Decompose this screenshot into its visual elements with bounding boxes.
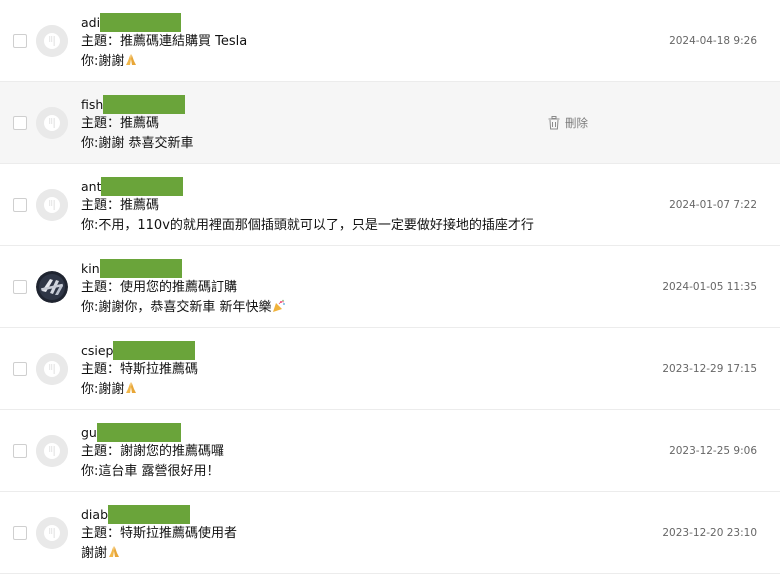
sender-name[interactable]: fish [81, 95, 103, 113]
preview-text: 你:謝謝 恭喜交新車 [81, 136, 194, 151]
message-subject[interactable]: 主題：推薦碼連結購買 Tesla [81, 33, 247, 51]
default-avatar-icon [36, 353, 68, 385]
select-checkbox[interactable] [13, 198, 27, 212]
redaction-bar [99, 259, 182, 278]
message-preview[interactable]: 你:謝謝 恭喜交新車 [81, 135, 194, 153]
folded-hands-icon [124, 381, 138, 401]
sender[interactable]: csiep [81, 341, 196, 363]
message-date: 2023-12-25 9:06 [669, 445, 757, 457]
avatar[interactable] [36, 435, 68, 467]
message-row[interactable]: adi 主題：推薦碼連結購買 Tesla 你:謝謝 2024-04-18 9:2… [0, 0, 780, 82]
preview-text: 謝謝 [81, 546, 108, 561]
message-subject[interactable]: 主題：特斯拉推薦碼 [81, 361, 198, 379]
sender[interactable]: fish [81, 95, 186, 117]
redaction-bar [100, 13, 182, 32]
message-row[interactable]: diab 主題：特斯拉推薦碼使用者 謝謝 2023-12-20 23:10 [0, 492, 780, 574]
delete-button[interactable]: 刪除 [548, 115, 588, 131]
select-checkbox[interactable] [13, 362, 27, 376]
message-date: 2024-01-07 7:22 [669, 199, 757, 211]
message-subject[interactable]: 主題：推薦碼 [81, 115, 159, 133]
message-preview[interactable]: 謝謝 [81, 545, 121, 565]
default-avatar-icon [36, 435, 68, 467]
sender[interactable]: gu [81, 423, 181, 445]
message-preview[interactable]: 你:謝謝你，恭喜交新車 新年快樂 [81, 299, 286, 319]
preview-text: 你:謝謝 [81, 382, 125, 397]
trash-icon [548, 116, 560, 130]
message-list: adi 主題：推薦碼連結購買 Tesla 你:謝謝 2024-04-18 9:2… [0, 0, 780, 574]
sender-name[interactable]: csiep [81, 341, 113, 359]
sender-name[interactable]: ant [81, 177, 101, 195]
message-row[interactable]: fish 主題：推薦碼 你:謝謝 恭喜交新車 刪除 [0, 82, 780, 164]
message-row[interactable]: csiep 主題：特斯拉推薦碼 你:謝謝 2023-12-29 17:15 [0, 328, 780, 410]
message-subject[interactable]: 主題：特斯拉推薦碼使用者 [81, 525, 237, 543]
message-subject[interactable]: 主題：推薦碼 [81, 197, 159, 215]
sender[interactable]: ant [81, 177, 184, 199]
avatar[interactable] [36, 517, 68, 549]
profile-photo-icon [36, 271, 68, 303]
sender-name[interactable]: kin [81, 259, 100, 277]
redaction-bar [103, 95, 186, 114]
message-date: 2023-12-29 17:15 [662, 363, 757, 375]
sender-name[interactable]: gu [81, 423, 97, 441]
redaction-bar [101, 177, 184, 196]
default-avatar-icon [36, 517, 68, 549]
select-checkbox[interactable] [13, 280, 27, 294]
default-avatar-icon [36, 189, 68, 221]
preview-text: 你:這台車 露營很好用！ [81, 464, 220, 479]
message-row[interactable]: ant 主題：推薦碼 你:不用，110v的就用裡面那個插頭就可以了，只是一定要做… [0, 164, 780, 246]
message-preview[interactable]: 你:謝謝 [81, 381, 138, 401]
message-date: 2024-04-18 9:26 [669, 35, 757, 47]
avatar[interactable] [36, 271, 68, 303]
avatar[interactable] [36, 353, 68, 385]
default-avatar-icon [36, 107, 68, 139]
select-checkbox[interactable] [13, 444, 27, 458]
avatar[interactable] [36, 189, 68, 221]
folded-hands-icon [107, 545, 121, 565]
sender[interactable]: diab [81, 505, 191, 527]
select-checkbox[interactable] [13, 34, 27, 48]
party-popper-icon [272, 299, 286, 319]
message-row[interactable]: gu 主題：謝謝您的推薦碼囉 你:這台車 露營很好用！ 2023-12-25 9… [0, 410, 780, 492]
sender-name[interactable]: diab [81, 505, 108, 523]
sender-name[interactable]: adi [81, 13, 100, 31]
folded-hands-icon [124, 53, 138, 73]
message-row[interactable]: kin 主題：使用您的推薦碼訂購 你:謝謝你，恭喜交新車 新年快樂 2024-0… [0, 246, 780, 328]
avatar[interactable] [36, 107, 68, 139]
message-preview[interactable]: 你:謝謝 [81, 53, 138, 73]
default-avatar-icon [36, 25, 68, 57]
preview-text: 你:謝謝你，恭喜交新車 新年快樂 [81, 300, 272, 315]
avatar[interactable] [36, 25, 68, 57]
sender[interactable]: kin [81, 259, 182, 281]
message-preview[interactable]: 你:不用，110v的就用裡面那個插頭就可以了，只是一定要做好接地的插座才行 [81, 217, 534, 235]
message-date: 2024-01-05 11:35 [662, 281, 757, 293]
message-subject[interactable]: 主題：謝謝您的推薦碼囉 [81, 443, 224, 461]
sender[interactable]: adi [81, 13, 182, 35]
select-checkbox[interactable] [13, 116, 27, 130]
message-date: 2023-12-20 23:10 [662, 527, 757, 539]
redaction-bar [108, 505, 191, 524]
select-checkbox[interactable] [13, 526, 27, 540]
message-subject[interactable]: 主題：使用您的推薦碼訂購 [81, 279, 237, 297]
preview-text: 你:不用，110v的就用裡面那個插頭就可以了，只是一定要做好接地的插座才行 [81, 218, 534, 233]
redaction-bar [113, 341, 196, 360]
preview-text: 你:謝謝 [81, 54, 125, 69]
redaction-bar [96, 423, 181, 442]
message-preview[interactable]: 你:這台車 露營很好用！ [81, 463, 220, 481]
delete-label: 刪除 [565, 116, 588, 130]
